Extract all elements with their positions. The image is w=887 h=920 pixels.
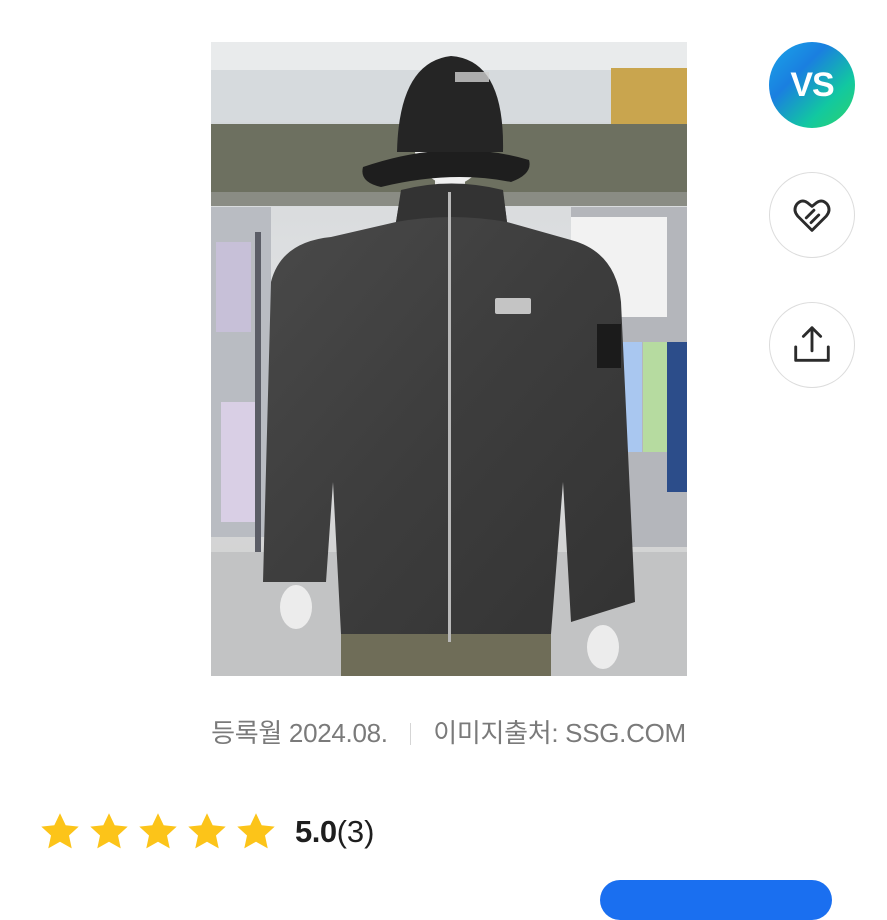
- share-icon: [794, 326, 830, 362]
- like-button[interactable]: [769, 172, 855, 258]
- vs-compare-button[interactable]: VS: [769, 42, 855, 128]
- registered-month: 등록월 2024.08.: [211, 718, 388, 748]
- star-rating: [38, 810, 283, 854]
- product-photo: [211, 42, 687, 676]
- rating-summary[interactable]: 5.0 (3): [38, 804, 375, 860]
- rating-count: (3): [336, 814, 375, 849]
- bottom-action-button[interactable]: [600, 880, 832, 920]
- star-icon: [237, 813, 275, 849]
- star-icon: [139, 813, 177, 849]
- star-icon: [188, 813, 226, 849]
- caption-divider: [409, 723, 412, 745]
- image-caption: 등록월 2024.08. 이미지출처: SSG.COM: [0, 713, 887, 750]
- product-image[interactable]: [211, 42, 687, 676]
- star-icon: [90, 813, 128, 849]
- share-button[interactable]: [769, 302, 855, 388]
- star-icon: [41, 813, 79, 849]
- vs-label: VS: [790, 65, 834, 104]
- rating-score: 5.0: [295, 814, 337, 849]
- heart-tag-icon: [793, 199, 831, 232]
- image-source: 이미지출처: SSG.COM: [433, 718, 686, 748]
